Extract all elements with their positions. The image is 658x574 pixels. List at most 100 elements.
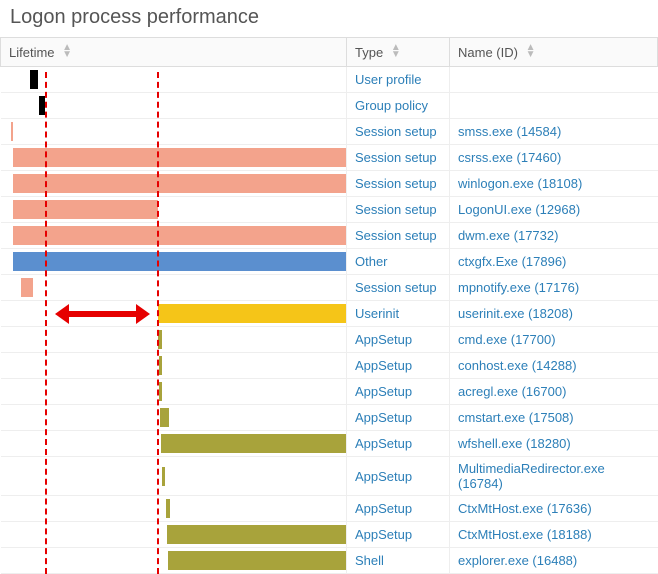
table-row: AppSetupcmstart.exe (17508) — [1, 405, 658, 431]
lifetime-bar — [159, 356, 162, 375]
lifetime-bar — [13, 252, 346, 271]
table-row: AppSetupconhost.exe (14288) — [1, 353, 658, 379]
name-cell[interactable] — [450, 93, 658, 119]
table-row: AppSetupCtxMtHost.exe (18188) — [1, 522, 658, 548]
sort-icon: ▲▼ — [526, 44, 536, 58]
gantt-cell — [1, 275, 347, 301]
col-type-label: Type — [355, 45, 383, 60]
lifetime-bar — [162, 467, 165, 486]
lifetime-bar — [30, 70, 38, 89]
name-cell[interactable]: csrss.exe (17460) — [450, 145, 658, 171]
gantt-cell — [1, 171, 347, 197]
lifetime-bar — [167, 525, 346, 544]
type-cell[interactable]: User profile — [347, 67, 450, 93]
type-cell[interactable]: Session setup — [347, 223, 450, 249]
type-cell[interactable]: AppSetup — [347, 327, 450, 353]
gantt-cell — [1, 379, 347, 405]
table-row: User profile — [1, 67, 658, 93]
type-cell[interactable]: Session setup — [347, 119, 450, 145]
name-cell[interactable]: MultimediaRedirector.exe (16784) — [450, 457, 658, 496]
type-cell[interactable]: AppSetup — [347, 353, 450, 379]
gantt-cell — [1, 249, 347, 275]
gantt-cell — [1, 223, 347, 249]
name-cell[interactable]: explorer.exe (16488) — [450, 548, 658, 574]
name-cell[interactable]: mpnotify.exe (17176) — [450, 275, 658, 301]
name-cell[interactable]: conhost.exe (14288) — [450, 353, 658, 379]
table-row: AppSetupacregl.exe (16700) — [1, 379, 658, 405]
col-lifetime[interactable]: Lifetime ▲▼ — [1, 38, 347, 67]
lifetime-bar — [21, 278, 33, 297]
name-cell[interactable]: CtxMtHost.exe (18188) — [450, 522, 658, 548]
table-row: Session setupmpnotify.exe (17176) — [1, 275, 658, 301]
gantt-cell — [1, 405, 347, 431]
name-cell[interactable]: wfshell.exe (18280) — [450, 431, 658, 457]
type-cell[interactable]: Other — [347, 249, 450, 275]
name-cell[interactable]: CtxMtHost.exe (17636) — [450, 496, 658, 522]
sort-icon: ▲▼ — [391, 44, 401, 58]
gantt-cell — [1, 496, 347, 522]
gantt-cell — [1, 301, 347, 327]
lifetime-bar — [159, 382, 162, 401]
type-cell[interactable]: Userinit — [347, 301, 450, 327]
gantt-cell — [1, 327, 347, 353]
gantt-cell — [1, 67, 347, 93]
name-cell[interactable]: LogonUI.exe (12968) — [450, 197, 658, 223]
type-cell[interactable]: Session setup — [347, 275, 450, 301]
table-wrap: Lifetime ▲▼ Type ▲▼ Name (ID) ▲▼ User pr… — [0, 37, 658, 574]
table-row: AppSetupwfshell.exe (18280) — [1, 431, 658, 457]
type-cell[interactable]: Session setup — [347, 145, 450, 171]
lifetime-bar — [13, 200, 158, 219]
table-row: Otherctxgfx.Exe (17896) — [1, 249, 658, 275]
lifetime-bar — [160, 408, 169, 427]
page-title: Logon process performance — [0, 0, 658, 37]
gantt-cell — [1, 431, 347, 457]
type-cell[interactable]: Group policy — [347, 93, 450, 119]
gantt-cell — [1, 522, 347, 548]
table-row: Session setupcsrss.exe (17460) — [1, 145, 658, 171]
table-row: AppSetupCtxMtHost.exe (17636) — [1, 496, 658, 522]
table-row: Shellexplorer.exe (16488) — [1, 548, 658, 574]
name-cell[interactable]: ctxgfx.Exe (17896) — [450, 249, 658, 275]
table-row: Session setupLogonUI.exe (12968) — [1, 197, 658, 223]
gantt-cell — [1, 119, 347, 145]
gantt-cell — [1, 93, 347, 119]
lifetime-bar — [11, 122, 13, 141]
type-cell[interactable]: AppSetup — [347, 431, 450, 457]
lifetime-bar — [158, 330, 162, 349]
sort-icon: ▲▼ — [62, 44, 72, 58]
type-cell[interactable]: AppSetup — [347, 496, 450, 522]
col-name-label: Name (ID) — [458, 45, 518, 60]
process-table: Lifetime ▲▼ Type ▲▼ Name (ID) ▲▼ User pr… — [0, 37, 658, 574]
col-lifetime-label: Lifetime — [9, 45, 55, 60]
name-cell[interactable]: userinit.exe (18208) — [450, 301, 658, 327]
gantt-cell — [1, 457, 347, 496]
name-cell[interactable]: acregl.exe (16700) — [450, 379, 658, 405]
name-cell[interactable] — [450, 67, 658, 93]
type-cell[interactable]: AppSetup — [347, 522, 450, 548]
name-cell[interactable]: dwm.exe (17732) — [450, 223, 658, 249]
type-cell[interactable]: Shell — [347, 548, 450, 574]
table-row: Session setupwinlogon.exe (18108) — [1, 171, 658, 197]
type-cell[interactable]: Session setup — [347, 171, 450, 197]
type-cell[interactable]: AppSetup — [347, 457, 450, 496]
col-name[interactable]: Name (ID) ▲▼ — [450, 38, 658, 67]
table-row: Session setupsmss.exe (14584) — [1, 119, 658, 145]
table-row: AppSetupMultimediaRedirector.exe (16784) — [1, 457, 658, 496]
name-cell[interactable]: smss.exe (14584) — [450, 119, 658, 145]
gantt-cell — [1, 548, 347, 574]
lifetime-bar — [158, 304, 346, 323]
type-cell[interactable]: AppSetup — [347, 405, 450, 431]
name-cell[interactable]: cmstart.exe (17508) — [450, 405, 658, 431]
gantt-cell — [1, 145, 347, 171]
col-type[interactable]: Type ▲▼ — [347, 38, 450, 67]
table-row: Userinituserinit.exe (18208) — [1, 301, 658, 327]
table-row: Session setupdwm.exe (17732) — [1, 223, 658, 249]
lifetime-bar — [13, 174, 346, 193]
gantt-cell — [1, 197, 347, 223]
lifetime-bar — [13, 148, 346, 167]
type-cell[interactable]: AppSetup — [347, 379, 450, 405]
name-cell[interactable]: cmd.exe (17700) — [450, 327, 658, 353]
name-cell[interactable]: winlogon.exe (18108) — [450, 171, 658, 197]
gantt-cell — [1, 353, 347, 379]
type-cell[interactable]: Session setup — [347, 197, 450, 223]
